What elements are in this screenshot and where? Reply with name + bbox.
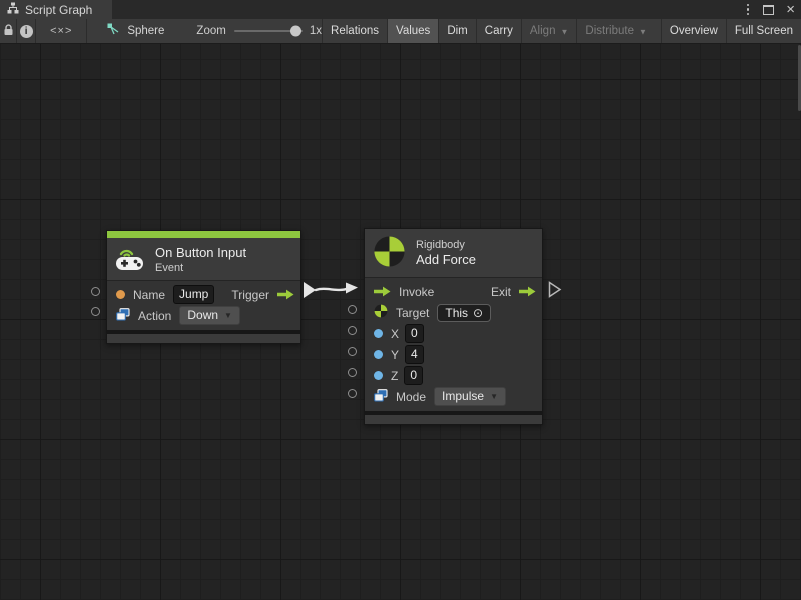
full-screen-button[interactable]: Full Screen <box>726 19 801 43</box>
chevron-down-icon: ▼ <box>639 27 647 36</box>
node-title: Add Force <box>416 252 476 267</box>
port-circle-mode[interactable] <box>348 389 357 398</box>
trigger-label: Trigger <box>231 288 269 302</box>
dim-button[interactable]: Dim <box>438 19 475 43</box>
info-icon: i <box>20 25 33 38</box>
object-picker-icon: ⊙ <box>473 306 483 320</box>
float-port-icon[interactable] <box>374 350 383 359</box>
graph-toolbar: i <×> Sphere Zoom 1x Relations Values Di… <box>0 19 801 44</box>
action-dropdown[interactable]: Down ▼ <box>179 306 240 325</box>
breadcrumb-label: Sphere <box>127 25 164 37</box>
values-button[interactable]: Values <box>387 19 438 43</box>
enum-port-icon[interactable] <box>374 389 388 405</box>
action-row: Action Down ▼ <box>107 305 300 326</box>
lock-button[interactable] <box>0 19 17 43</box>
invoke-row: Invoke Exit <box>365 281 542 302</box>
gamepad-icon <box>115 244 145 274</box>
port-circle-action[interactable] <box>91 307 100 316</box>
mode-label: Mode <box>396 390 426 404</box>
port-circle-z[interactable] <box>348 368 357 377</box>
script-graph-window: Script Graph × i <×> <box>0 0 801 600</box>
zoom-label: Zoom <box>196 19 225 43</box>
enum-port-icon[interactable] <box>116 308 130 324</box>
tab-label: Script Graph <box>25 3 92 17</box>
node-add-force[interactable]: Rigidbody Add Force Invoke Exit <box>364 228 543 425</box>
relations-button[interactable]: Relations <box>322 19 387 43</box>
maximize-icon[interactable] <box>763 5 774 15</box>
port-circle-y[interactable] <box>348 347 357 356</box>
trigger-flow-icon[interactable] <box>277 289 294 300</box>
x-row: X 0 <box>365 323 542 344</box>
float-port-icon[interactable] <box>374 371 383 380</box>
exit-connection-handle[interactable] <box>548 281 562 298</box>
close-icon[interactable]: × <box>784 2 797 17</box>
zoom-slider-knob[interactable] <box>290 26 301 37</box>
mode-row: Mode Impulse ▼ <box>365 386 542 407</box>
node-subtitle: Event <box>155 262 246 274</box>
target-row: Target This ⊙ <box>365 302 542 323</box>
z-input[interactable]: 0 <box>404 366 423 385</box>
target-label: Target <box>396 306 429 320</box>
exit-flow-icon[interactable] <box>519 286 536 297</box>
y-label: Y <box>391 348 399 362</box>
float-port-icon[interactable] <box>374 329 383 338</box>
x-input[interactable]: 0 <box>405 324 424 343</box>
name-input[interactable]: Jump <box>173 285 214 304</box>
window-menu-icon[interactable] <box>743 2 754 18</box>
y-row: Y 4 <box>365 344 542 365</box>
graph-tree-icon <box>7 2 19 17</box>
chevron-down-icon: ▼ <box>224 308 232 323</box>
zoom-value: 1x <box>310 19 322 43</box>
node-title: On Button Input <box>155 245 246 260</box>
z-label: Z <box>391 369 398 383</box>
port-circle-x[interactable] <box>348 326 357 335</box>
rigidbody-icon <box>373 235 406 271</box>
port-circle-target[interactable] <box>348 305 357 314</box>
event-accent-bar <box>107 231 300 238</box>
node-kicker: Rigidbody <box>416 239 476 251</box>
variables-button[interactable]: <×> <box>36 19 87 43</box>
carry-button[interactable]: Carry <box>476 19 521 43</box>
chevron-down-icon: ▼ <box>490 389 498 404</box>
code-icon: <×> <box>50 25 72 37</box>
overview-button[interactable]: Overview <box>661 19 726 43</box>
tab-script-graph[interactable]: Script Graph <box>0 0 112 19</box>
rigidbody-port-icon[interactable] <box>374 304 388 321</box>
graph-pointer-icon <box>107 23 120 39</box>
action-label: Action <box>138 309 171 323</box>
name-row: Name Jump Trigger <box>107 284 300 305</box>
name-label: Name <box>133 288 165 302</box>
z-row: Z 0 <box>365 365 542 386</box>
invoke-flow-icon[interactable] <box>374 286 391 297</box>
zoom-slider[interactable] <box>234 19 303 43</box>
mode-dropdown[interactable]: Impulse ▼ <box>434 387 506 406</box>
port-circle-name[interactable] <box>91 287 100 296</box>
target-object-button[interactable]: This ⊙ <box>437 304 491 322</box>
node-footer <box>107 334 300 343</box>
lock-icon <box>3 24 14 39</box>
wire-trigger-to-invoke[interactable] <box>298 278 368 302</box>
info-button[interactable]: i <box>17 19 36 43</box>
title-bar: Script Graph × <box>0 0 801 19</box>
exit-label: Exit <box>491 285 511 299</box>
string-port-icon[interactable] <box>116 290 125 299</box>
node-on-button-input[interactable]: On Button Input Event Name Jump Trigger <box>106 230 301 344</box>
graph-canvas[interactable]: On Button Input Event Name Jump Trigger <box>0 44 801 600</box>
y-input[interactable]: 4 <box>405 345 424 364</box>
chevron-down-icon: ▼ <box>560 27 568 36</box>
x-label: X <box>391 327 399 341</box>
graph-breadcrumb[interactable]: Sphere <box>107 19 164 43</box>
invoke-label: Invoke <box>399 285 434 299</box>
distribute-button[interactable]: Distribute▼ <box>576 19 655 43</box>
node-footer <box>365 415 542 424</box>
align-button[interactable]: Align▼ <box>521 19 577 43</box>
